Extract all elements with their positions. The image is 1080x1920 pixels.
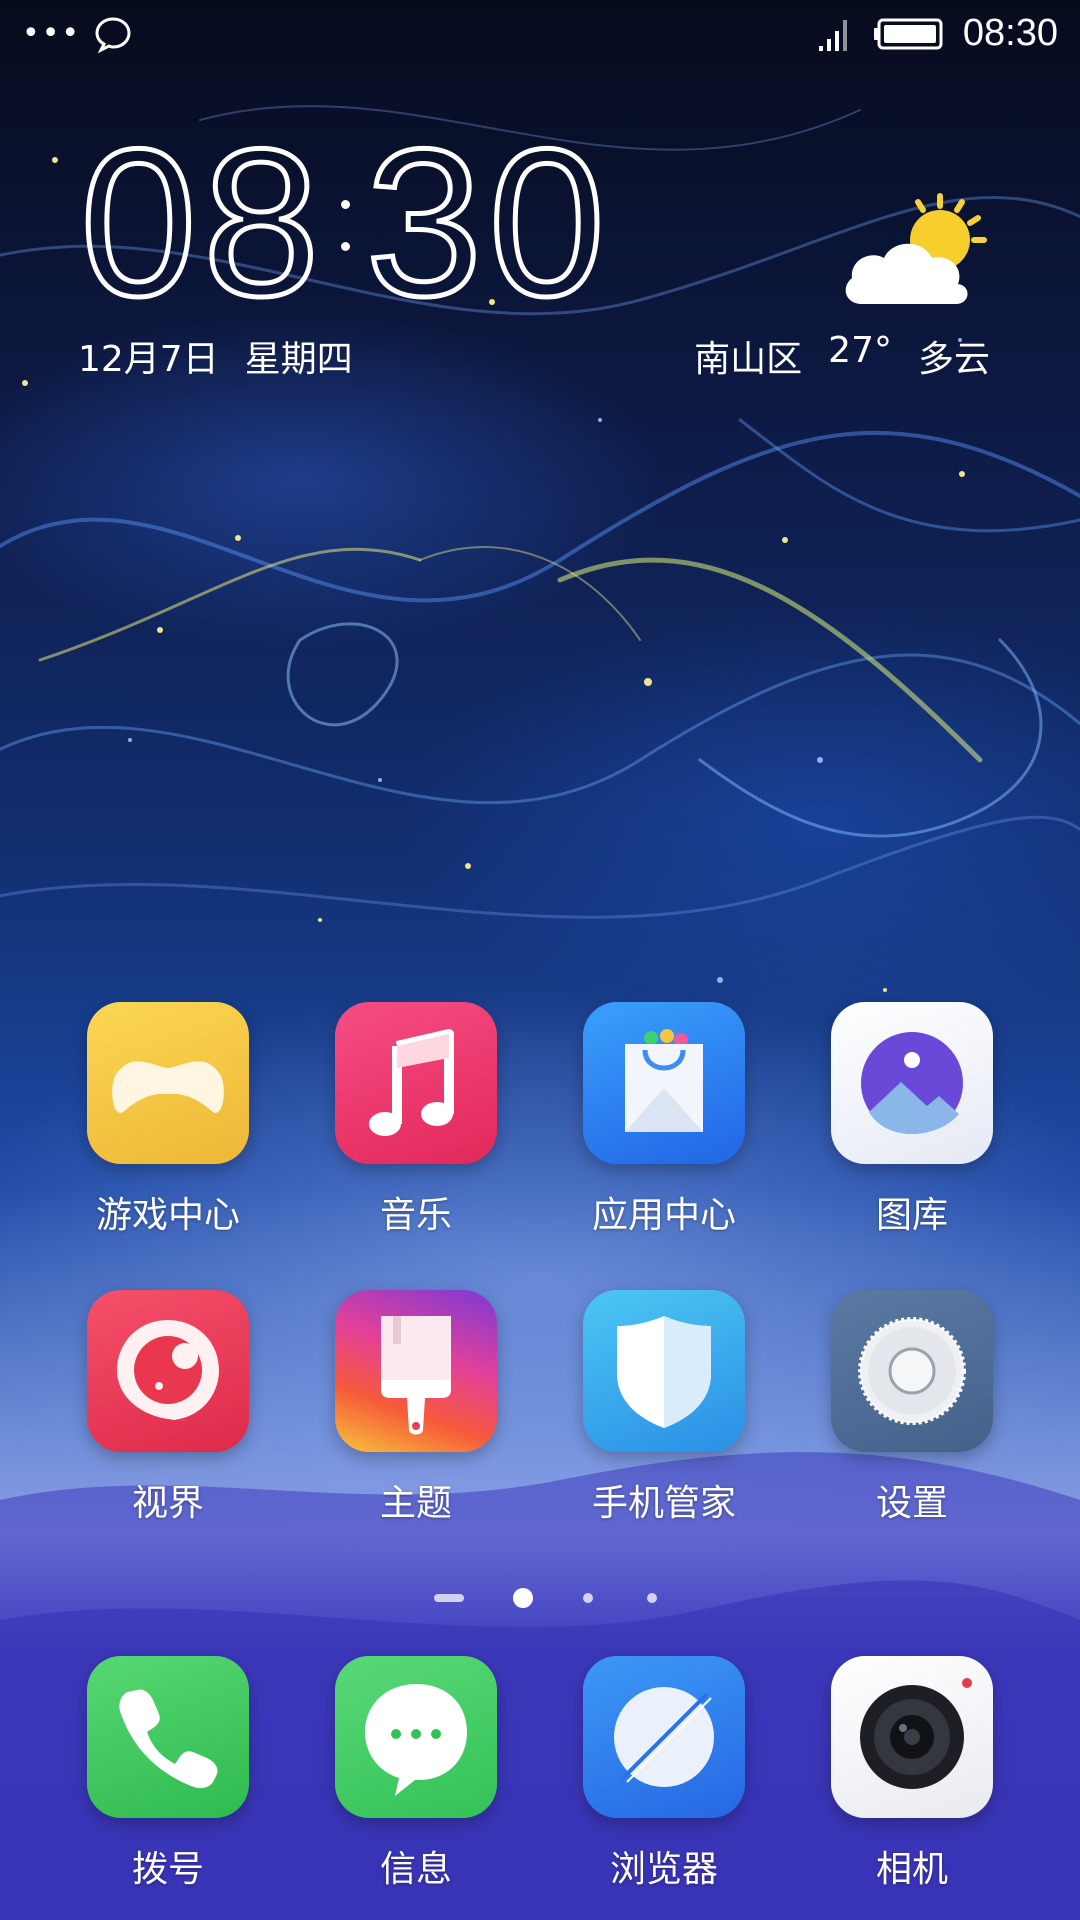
clock-hour: 08 (78, 105, 326, 340)
signal-icon (818, 19, 847, 51)
app-label: 浏览器 (609, 1849, 718, 1890)
music-note-icon (335, 1002, 497, 1164)
app-vision[interactable]: 视界 (68, 1290, 268, 1526)
shield-icon (583, 1290, 745, 1452)
app-label: 音乐 (379, 1195, 452, 1236)
paint-brush-icon (335, 1290, 497, 1452)
page-indicator[interactable] (0, 1588, 1080, 1608)
app-label: 图库 (875, 1195, 948, 1236)
app-music[interactable]: 音乐 (316, 1002, 516, 1238)
status-time: 08:30 (962, 12, 1058, 54)
app-browser[interactable]: 浏览器 (564, 1656, 764, 1892)
app-messages[interactable]: 信息 (316, 1656, 516, 1892)
more-dots-icon: ••• (22, 16, 82, 51)
page-dot-2-active[interactable] (513, 1588, 533, 1608)
weather-line: 南山区 27° 多云 (694, 330, 990, 382)
app-game-center[interactable]: 游戏中心 (68, 1002, 268, 1238)
chat-bubble-icon (95, 17, 131, 54)
page-dot-1[interactable] (434, 1594, 464, 1602)
app-store[interactable]: 应用中心 (564, 1002, 764, 1238)
gallery-icon (831, 1002, 993, 1164)
video-lens-icon (87, 1290, 249, 1452)
app-label: 设置 (875, 1483, 948, 1524)
app-label: 手机管家 (591, 1483, 736, 1524)
weather-temperature: 27° (828, 330, 892, 371)
camera-icon (831, 1656, 993, 1818)
app-phone-manager[interactable]: 手机管家 (564, 1290, 764, 1526)
app-theme[interactable]: 主题 (316, 1290, 516, 1526)
app-label: 主题 (379, 1483, 452, 1524)
weekday-text: 星期四 (244, 339, 353, 380)
weather-condition: 多云 (917, 339, 990, 380)
status-bar[interactable]: ••• 08:30 (0, 0, 1080, 72)
date-line: 12月7日 星期四 (78, 330, 353, 382)
page-dot-4[interactable] (647, 1593, 657, 1603)
sun-cloud-icon[interactable] (840, 188, 1000, 318)
gear-icon (831, 1290, 993, 1452)
weather-location: 南山区 (694, 339, 803, 380)
app-label: 相机 (875, 1849, 948, 1890)
clock-widget[interactable]: 08 30 (78, 105, 612, 340)
page-dot-3[interactable] (583, 1593, 593, 1603)
clock-colon (326, 138, 366, 308)
browser-icon (583, 1656, 745, 1818)
message-icon (335, 1656, 497, 1818)
app-label: 信息 (379, 1849, 452, 1890)
app-label: 游戏中心 (95, 1195, 240, 1236)
phone-icon (87, 1656, 249, 1818)
app-gallery[interactable]: 图库 (812, 1002, 1012, 1238)
battery-icon (873, 18, 943, 49)
app-camera[interactable]: 相机 (812, 1656, 1012, 1892)
clock-minute: 30 (363, 105, 612, 340)
game-center-icon (87, 1002, 249, 1164)
date-text: 12月7日 (78, 339, 219, 380)
app-label: 视界 (131, 1483, 204, 1524)
app-label: 拨号 (131, 1849, 204, 1890)
app-settings[interactable]: 设置 (812, 1290, 1012, 1526)
app-label: 应用中心 (591, 1195, 736, 1236)
app-dialer[interactable]: 拨号 (68, 1656, 268, 1892)
shopping-bag-icon (583, 1002, 745, 1164)
